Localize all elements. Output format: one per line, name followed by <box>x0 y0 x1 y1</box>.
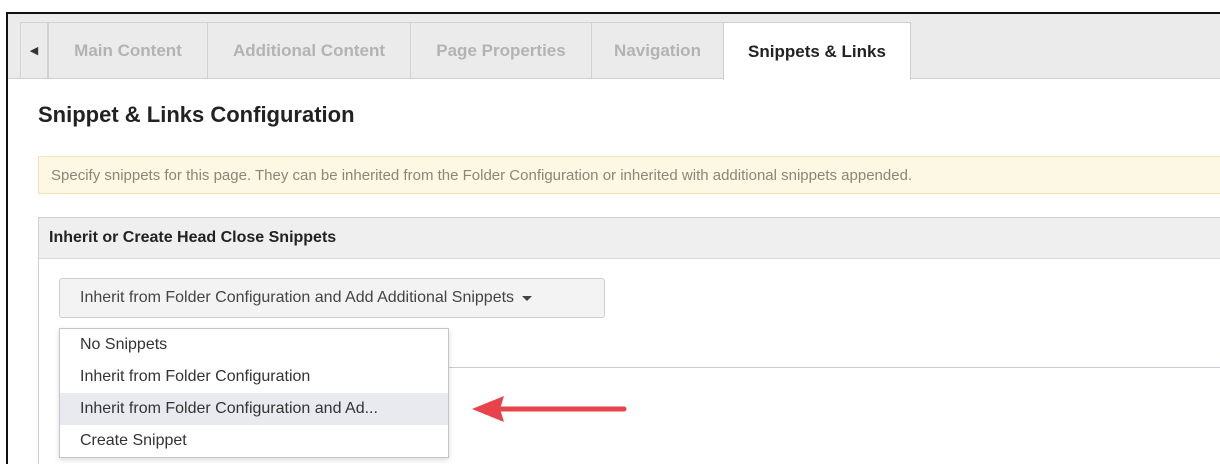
page-title: Snippet & Links Configuration <box>38 102 355 127</box>
menu-item-inherit-folder[interactable]: Inherit from Folder Configuration <box>60 361 448 393</box>
menu-item-label: Inherit from Folder Configuration <box>80 368 311 385</box>
annotation-arrow-icon <box>472 396 627 422</box>
caret-down-icon <box>522 295 533 301</box>
tab-label: Main Content <box>74 40 182 60</box>
triangle-left-icon: ◀ <box>29 45 39 57</box>
panel-title: Inherit or Create Head Close Snippets <box>49 229 337 246</box>
tab-additional-content[interactable]: Additional Content <box>207 22 411 78</box>
menu-item-label: Create Snippet <box>80 432 187 449</box>
snippet-mode-dropdown[interactable]: Inherit from Folder Configuration and Ad… <box>59 278 605 318</box>
menu-item-inherit-folder-add[interactable]: Inherit from Folder Configuration and Ad… <box>60 393 448 425</box>
tab-snippets-links[interactable]: Snippets & Links <box>723 22 911 80</box>
menu-item-no-snippets[interactable]: No Snippets <box>60 329 448 361</box>
snippet-mode-menu: No Snippets Inherit from Folder Configur… <box>59 328 449 458</box>
info-banner: Specify snippets for this page. They can… <box>38 156 1220 194</box>
info-message: Specify snippets for this page. They can… <box>51 166 913 184</box>
tab-label: Page Properties <box>436 40 566 60</box>
menu-item-create-snippet[interactable]: Create Snippet <box>60 425 448 457</box>
tab-bar: ◀ Main Content Additional Content Page P… <box>8 14 1220 80</box>
tab-navigation[interactable]: Navigation <box>591 22 724 78</box>
panel-header: Inherit or Create Head Close Snippets <box>39 218 1220 259</box>
tab-label: Additional Content <box>232 40 386 60</box>
panel-divider <box>447 367 1220 368</box>
tab-page-properties[interactable]: Page Properties <box>410 22 592 78</box>
tab-label: Navigation <box>614 40 701 60</box>
tab-main-content[interactable]: Main Content <box>48 22 208 78</box>
menu-item-label: No Snippets <box>80 336 168 353</box>
dropdown-selected-value: Inherit from Folder Configuration and Ad… <box>80 289 515 306</box>
tab-scroll-left-button[interactable]: ◀ <box>20 22 48 78</box>
menu-item-label: Inherit from Folder Configuration and Ad… <box>80 400 378 417</box>
tab-label: Snippets & Links <box>748 41 886 61</box>
